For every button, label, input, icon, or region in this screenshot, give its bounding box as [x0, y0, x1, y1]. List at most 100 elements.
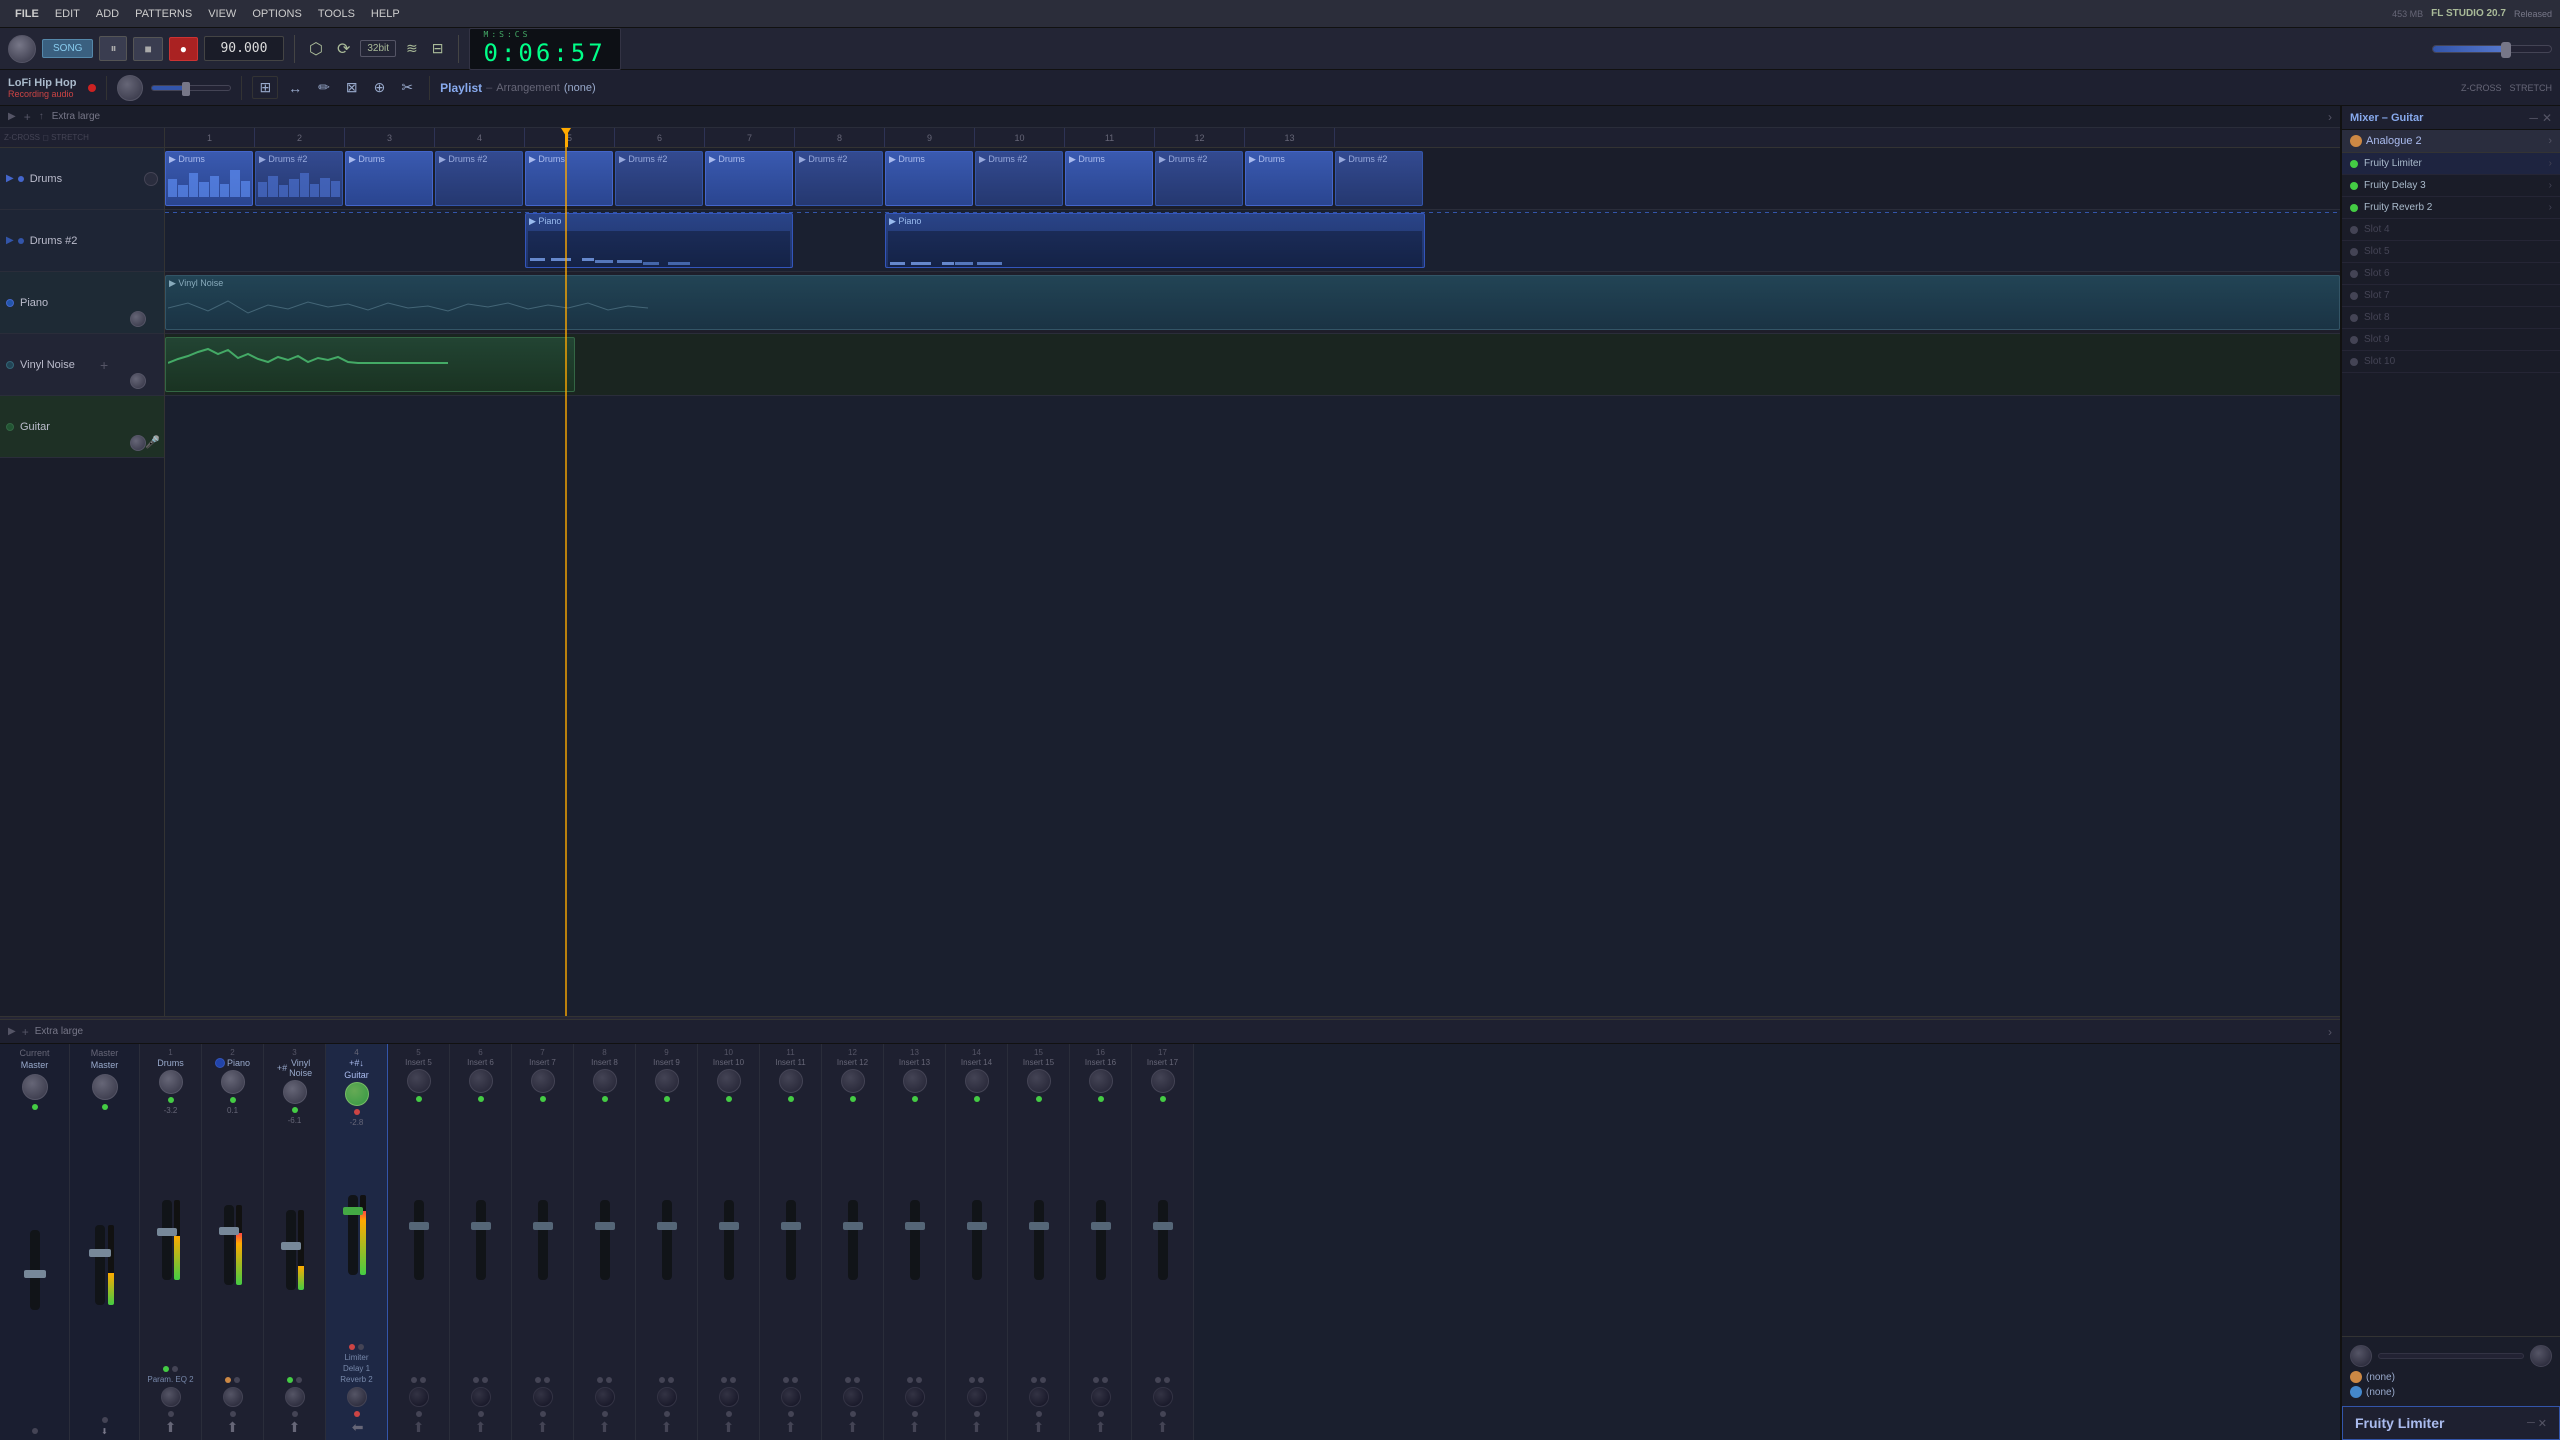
fx-slot-8[interactable]: Slot 8 — [2342, 307, 2560, 329]
fl-close[interactable]: ✕ — [2538, 1417, 2547, 1430]
channel-piano[interactable]: 2 Piano 0.1 — [202, 1044, 264, 1440]
channel-insert-13[interactable]: 13 Insert 13 — [884, 1044, 946, 1440]
fx-slot-9[interactable]: Slot 9 — [2342, 329, 2560, 351]
clip-drums2-7[interactable]: ▶ Drums #2 — [1335, 151, 1423, 206]
playlist-move-up-btn[interactable]: ↑ — [35, 111, 48, 122]
channel-insert-17[interactable]: 17 Insert 17 — [1132, 1044, 1194, 1440]
bpm-display[interactable]: 90.000 — [204, 36, 284, 61]
clip-vinyl-1[interactable]: ▶ Vinyl Noise — [165, 275, 2340, 330]
fx-slot-6[interactable]: Slot 6 — [2342, 263, 2560, 285]
fx-slot-fruity-delay[interactable]: Fruity Delay 3 › — [2342, 175, 2560, 197]
fruity-limiter-window[interactable]: Fruity Limiter ─ ✕ — [2342, 1406, 2560, 1440]
playlist-add-btn[interactable]: + — [20, 110, 35, 124]
menu-edit[interactable]: EDIT — [48, 5, 87, 23]
select-button[interactable]: ⊠ — [340, 77, 364, 98]
clip-piano-2[interactable]: ▶ Piano — [885, 213, 1425, 268]
channel-insert-16[interactable]: 16 Insert 16 — [1070, 1044, 1132, 1440]
loop-icon[interactable]: ⟳ — [333, 37, 354, 61]
menu-patterns[interactable]: PATTERNS — [128, 5, 199, 23]
send-knob-r[interactable] — [2530, 1345, 2552, 1367]
clip-drums-6[interactable]: ▶ Drums — [1065, 151, 1153, 206]
channel-insert-9[interactable]: 9 Insert 9 — [636, 1044, 698, 1440]
clip-drums-5[interactable]: ▶ Drums — [885, 151, 973, 206]
playhead[interactable] — [565, 128, 568, 147]
main-volume-knob[interactable] — [117, 75, 143, 101]
fx-slot-7[interactable]: Slot 7 — [2342, 285, 2560, 307]
fx-slot-4[interactable]: Slot 4 — [2342, 219, 2560, 241]
bit-mode[interactable]: 32bit — [360, 40, 396, 57]
clip-piano-1[interactable]: ▶ Piano — [525, 213, 793, 268]
mixer-add-btn[interactable]: + — [22, 1025, 29, 1039]
fx-slot-10[interactable]: Slot 10 — [2342, 351, 2560, 373]
mixer-icon[interactable]: ⊟ — [428, 38, 448, 59]
mixer-panel-btn[interactable]: ▶ — [8, 1026, 16, 1037]
channel-current[interactable]: Current Master — [0, 1044, 70, 1440]
clip-guitar-1[interactable] — [165, 337, 575, 392]
channel-insert-12[interactable]: 12 Insert 12 — [822, 1044, 884, 1440]
channel-insert-14[interactable]: 14 Insert 14 — [946, 1044, 1008, 1440]
fl-minimize[interactable]: ─ — [2527, 1417, 2535, 1430]
fx-slot-fruity-limiter[interactable]: Fruity Limiter › — [2342, 153, 2560, 175]
fx-enable-fruity-delay[interactable] — [2350, 182, 2358, 190]
fx-slot-fruity-reverb[interactable]: Fruity Reverb 2 › — [2342, 197, 2560, 219]
menu-options[interactable]: OPTIONS — [245, 5, 309, 23]
clip-drums2-3[interactable]: ▶ Drums #2 — [615, 151, 703, 206]
stop-button[interactable]: ■ — [133, 37, 162, 61]
move-button[interactable]: ↔ — [282, 78, 308, 98]
clip-drums-2[interactable]: ▶ Drums — [345, 151, 433, 206]
track-label-piano[interactable]: Piano — [0, 272, 164, 334]
fx-instrument-name[interactable]: Analogue 2 › — [2342, 130, 2560, 153]
clip-drums-3[interactable]: ▶ Drums — [525, 151, 613, 206]
menu-tools[interactable]: TOOLS — [311, 5, 362, 23]
channel-master[interactable]: Master Master — [70, 1044, 140, 1440]
song-button[interactable]: SONG — [42, 39, 93, 58]
channel-vinyl[interactable]: 3 +#VinylNoise -6.1 — [264, 1044, 326, 1440]
record-button[interactable]: ● — [169, 37, 198, 61]
vinyl-volume-knob[interactable] — [130, 373, 146, 389]
pause-button[interactable]: ⏸ — [99, 36, 127, 61]
send-slider[interactable] — [2378, 1353, 2524, 1359]
channel-insert-10[interactable]: 10 Insert 10 — [698, 1044, 760, 1440]
zoom-button[interactable]: ⊕ — [368, 77, 392, 98]
menu-add[interactable]: ADD — [89, 5, 126, 23]
clip-drums2-5[interactable]: ▶ Drums #2 — [975, 151, 1063, 206]
track-label-guitar[interactable]: Guitar 🎤 — [0, 396, 164, 458]
track-label-drums2[interactable]: ▶ Drums #2 — [0, 210, 164, 272]
fx-minimize-btn[interactable]: ─ — [2529, 111, 2538, 125]
piano-volume-knob[interactable] — [130, 311, 146, 327]
channel-insert-8[interactable]: 8 Insert 8 — [574, 1044, 636, 1440]
guitar-volume-knob[interactable] — [130, 435, 146, 451]
channel-insert-5[interactable]: 5 Insert 5 — [388, 1044, 450, 1440]
send-knob-l[interactable] — [2350, 1345, 2372, 1367]
channel-drums[interactable]: 1 Drums -3.2 — [140, 1044, 202, 1440]
menu-help[interactable]: HELP — [364, 5, 407, 23]
clip-drums-7[interactable]: ▶ Drums — [1245, 151, 1333, 206]
menu-view[interactable]: VIEW — [201, 5, 243, 23]
channel-guitar[interactable]: 4 +#↓ Guitar -2.8 — [326, 1044, 388, 1440]
clip-drums2-4[interactable]: ▶ Drums #2 — [795, 151, 883, 206]
menu-file[interactable]: FILE — [8, 5, 46, 23]
clip-drums2-1[interactable]: ▶ Drums #2 — [255, 151, 343, 206]
grid-button[interactable]: ⊞ — [252, 76, 278, 99]
channel-insert-6[interactable]: 6 Insert 6 — [450, 1044, 512, 1440]
fx-enable-fruity-reverb[interactable] — [2350, 204, 2358, 212]
pitch-icon[interactable]: ⬡ — [305, 37, 327, 61]
channel-insert-11[interactable]: 11 Insert 11 — [760, 1044, 822, 1440]
mode-knob[interactable] — [8, 35, 36, 63]
cut-button[interactable]: ✂ — [395, 77, 419, 98]
channel-insert-7[interactable]: 7 Insert 7 — [512, 1044, 574, 1440]
master-volume-slider[interactable] — [2432, 45, 2552, 53]
draw-button[interactable]: ✏ — [312, 77, 336, 98]
track-label-vinyl[interactable]: Vinyl Noise + — [0, 334, 164, 396]
clip-drums-1[interactable]: ▶ Drums — [165, 151, 253, 206]
playlist-play-btn[interactable]: ▶ — [4, 111, 20, 122]
clip-drums2-2[interactable]: ▶ Drums #2 — [435, 151, 523, 206]
clip-drums-4[interactable]: ▶ Drums — [705, 151, 793, 206]
scroll-right-btn[interactable]: › — [2324, 110, 2336, 124]
waveform-icon[interactable]: ≋ — [402, 38, 422, 59]
fx-enable-fruity-limiter[interactable] — [2350, 160, 2358, 168]
track-label-drums[interactable]: ▶ Drums — [0, 148, 164, 210]
fx-close-btn[interactable]: ✕ — [2542, 111, 2552, 125]
clip-drums2-6[interactable]: ▶ Drums #2 — [1155, 151, 1243, 206]
channel-insert-15[interactable]: 15 Insert 15 — [1008, 1044, 1070, 1440]
